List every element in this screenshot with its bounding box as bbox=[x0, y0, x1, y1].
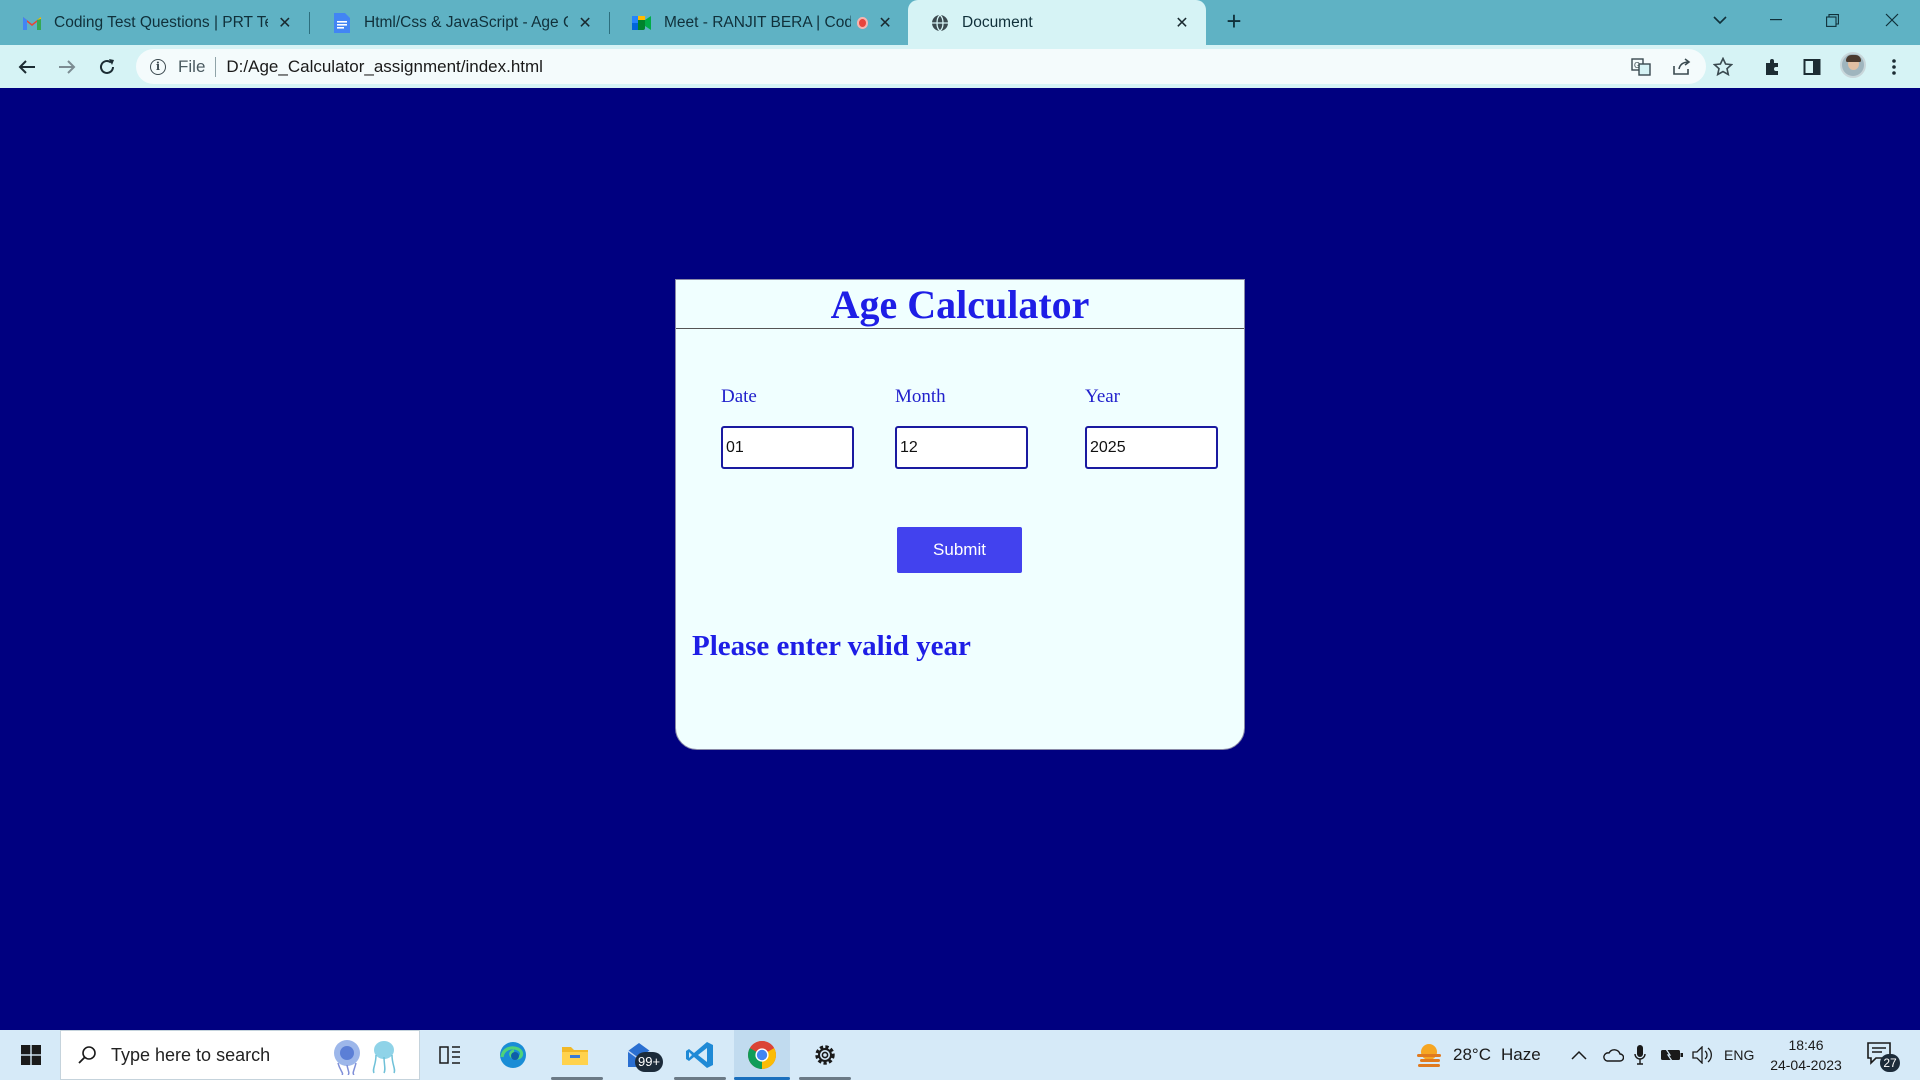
restore-button[interactable] bbox=[1804, 0, 1860, 40]
close-icon[interactable]: ✕ bbox=[576, 13, 594, 33]
result-message: Please enter valid year bbox=[692, 630, 971, 662]
system-clock[interactable]: 18:46 24-04-2023 bbox=[1766, 1035, 1846, 1075]
date-field-group: Date bbox=[721, 386, 854, 469]
submit-button[interactable]: Submit bbox=[897, 527, 1022, 573]
url-text[interactable]: D:/Age_Calculator_assignment/index.html bbox=[226, 57, 543, 77]
notification-count-badge: 27 bbox=[1880, 1054, 1900, 1072]
extensions-icon[interactable] bbox=[1761, 56, 1783, 78]
recording-indicator-icon bbox=[857, 16, 869, 29]
vscode-icon[interactable] bbox=[678, 1030, 722, 1080]
close-icon[interactable]: ✕ bbox=[1172, 13, 1192, 33]
side-panel-icon[interactable] bbox=[1801, 56, 1823, 78]
search-icon bbox=[77, 1045, 97, 1065]
browser-tabstrip: Coding Test Questions | PRT Test ✕ Html/… bbox=[0, 0, 1920, 45]
year-label: Year bbox=[1085, 386, 1121, 407]
tab-age-calc-doc[interactable]: Html/Css & JavaScript - Age Calc ✕ bbox=[310, 0, 608, 45]
avatar-hair bbox=[1846, 55, 1861, 62]
date-input[interactable] bbox=[721, 426, 854, 469]
battery-icon[interactable] bbox=[1660, 1030, 1684, 1080]
notifications-icon[interactable]: 27 bbox=[1866, 1030, 1900, 1080]
tab-title: Html/Css & JavaScript - Age Calc bbox=[364, 13, 568, 31]
close-icon[interactable]: ✕ bbox=[276, 13, 294, 33]
tab-title: Coding Test Questions | PRT Test bbox=[54, 13, 268, 31]
divider bbox=[215, 56, 217, 77]
settings-gear-icon[interactable] bbox=[800, 1030, 850, 1080]
forward-button[interactable] bbox=[51, 51, 83, 83]
back-button[interactable] bbox=[11, 51, 43, 83]
tab-coding-test[interactable]: Coding Test Questions | PRT Test ✕ bbox=[0, 0, 308, 45]
jellyfish-search-highlight-icon bbox=[326, 1037, 412, 1075]
task-view-icon[interactable] bbox=[430, 1030, 470, 1080]
age-calculator-card: Age Calculator Date Month Year Submit Pl… bbox=[675, 279, 1245, 750]
haze-sun-icon bbox=[1415, 1042, 1443, 1068]
mail-icon[interactable]: 99+ bbox=[617, 1030, 667, 1080]
onedrive-cloud-icon[interactable] bbox=[1602, 1030, 1624, 1080]
share-icon[interactable] bbox=[1671, 56, 1693, 78]
google-docs-icon bbox=[332, 12, 352, 33]
tab-document[interactable]: Document ✕ bbox=[908, 0, 1206, 45]
close-window-button[interactable] bbox=[1864, 0, 1920, 40]
windows-start-icon[interactable] bbox=[10, 1030, 52, 1080]
language-indicator[interactable]: ENG bbox=[1724, 1030, 1754, 1080]
weather-widget[interactable]: 28°C Haze bbox=[1415, 1030, 1541, 1080]
chrome-icon[interactable] bbox=[734, 1030, 790, 1080]
year-field-group: Year bbox=[1085, 386, 1218, 469]
globe-icon bbox=[930, 13, 950, 33]
gmail-icon bbox=[22, 13, 42, 33]
address-bar[interactable]: i File D:/Age_Calculator_assignment/inde… bbox=[136, 49, 1706, 84]
month-field-group: Month bbox=[895, 386, 1028, 469]
browser-toolbar: i File D:/Age_Calculator_assignment/inde… bbox=[0, 45, 1920, 88]
bookmark-star-icon[interactable] bbox=[1712, 56, 1734, 78]
profile-avatar[interactable] bbox=[1840, 52, 1866, 78]
tab-title: Meet - RANJIT BERA | Coding bbox=[664, 13, 852, 31]
volume-icon[interactable] bbox=[1692, 1030, 1714, 1080]
file-explorer-icon[interactable] bbox=[555, 1030, 595, 1080]
show-hidden-icons-icon[interactable] bbox=[1571, 1030, 1587, 1080]
microphone-icon[interactable] bbox=[1634, 1030, 1646, 1080]
weather-condition: Haze bbox=[1500, 1045, 1541, 1064]
month-input[interactable] bbox=[895, 426, 1028, 469]
clock-date: 24-04-2023 bbox=[1770, 1057, 1842, 1073]
new-tab-button[interactable]: + bbox=[1220, 8, 1248, 36]
mail-badge: 99+ bbox=[635, 1052, 664, 1072]
site-info-icon[interactable]: i bbox=[150, 58, 166, 75]
year-input[interactable] bbox=[1085, 426, 1218, 469]
reload-button[interactable] bbox=[91, 51, 123, 83]
google-meet-icon bbox=[632, 13, 652, 33]
weather-temp: 28°C bbox=[1453, 1045, 1491, 1064]
taskbar-search-box[interactable]: Type here to search bbox=[60, 1030, 420, 1080]
svg-text:G: G bbox=[1634, 61, 1640, 70]
translate-icon[interactable]: G bbox=[1630, 56, 1652, 78]
page-title: Age Calculator bbox=[830, 281, 1090, 327]
menu-icon[interactable] bbox=[1883, 56, 1905, 78]
search-placeholder: Type here to search bbox=[111, 1044, 271, 1065]
tab-search-icon[interactable] bbox=[1692, 0, 1748, 40]
tab-google-meet[interactable]: Meet - RANJIT BERA | Coding ✕ bbox=[610, 0, 908, 45]
month-label: Month bbox=[895, 386, 946, 407]
clock-time: 18:46 bbox=[1788, 1037, 1824, 1053]
date-label: Date bbox=[721, 386, 757, 407]
minimize-button[interactable] bbox=[1748, 0, 1804, 40]
close-icon[interactable]: ✕ bbox=[876, 13, 894, 33]
tab-title: Document bbox=[962, 13, 1033, 31]
card-header: Age Calculator bbox=[676, 280, 1244, 329]
edge-browser-icon[interactable] bbox=[493, 1030, 533, 1080]
taskbar: Type here to search 99+ 28°C Haze ENG 18… bbox=[0, 1030, 1920, 1080]
url-scheme: File bbox=[178, 56, 206, 76]
